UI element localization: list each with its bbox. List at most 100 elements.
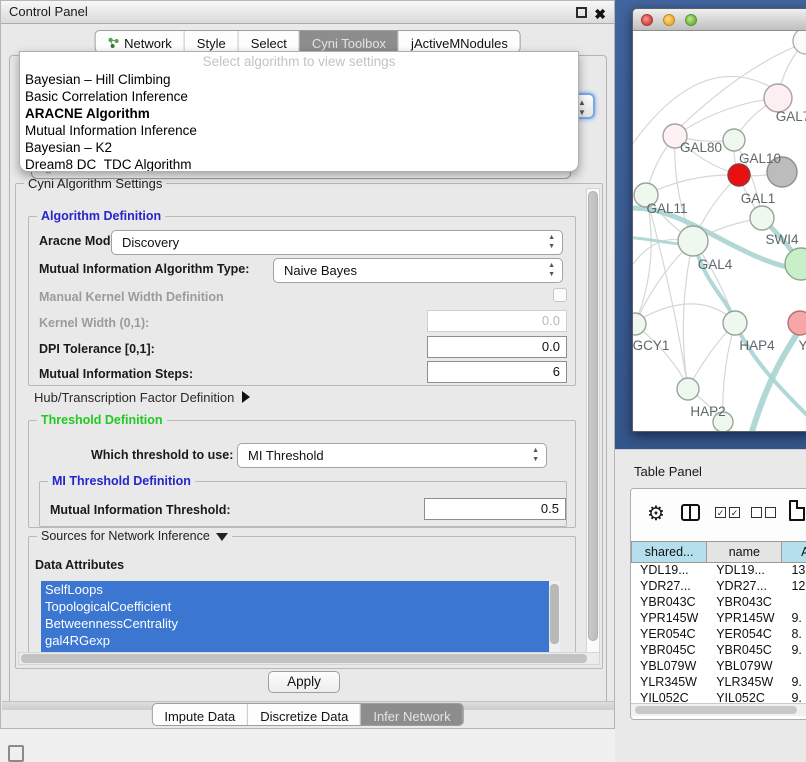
- aracne-mode-combo[interactable]: Discovery ▲▼: [111, 230, 563, 255]
- table-cell: [782, 595, 806, 611]
- network-node-gal1[interactable]: [728, 164, 750, 186]
- zoom-traffic-light-icon[interactable]: [685, 14, 697, 26]
- tab-label: jActiveMNodules: [411, 36, 508, 51]
- network-edge[interactable]: [683, 241, 693, 389]
- tab-impute-data[interactable]: Impute Data: [152, 704, 247, 725]
- table-cell: YDL19...: [631, 563, 707, 579]
- tab-infer-network[interactable]: Infer Network: [360, 704, 462, 725]
- network-node-gal7[interactable]: [764, 84, 792, 112]
- network-node-gal10[interactable]: [723, 129, 745, 151]
- network-node-y[interactable]: [788, 311, 806, 335]
- network-node-gal4[interactable]: [678, 226, 708, 256]
- table-row[interactable]: YIL052CYIL052C9.: [631, 691, 806, 703]
- scrollbar-thumb[interactable]: [550, 584, 559, 644]
- control-panel-window: Control Panel ✖ NetworkStyleSelectCyni T…: [0, 0, 615, 729]
- network-window-titlebar[interactable]: [633, 9, 806, 31]
- tab-style[interactable]: Style: [184, 31, 238, 52]
- network-view-window[interactable]: GAL7GAL80GAL10GAL1GAL11SWI4GAL4GCY1HAP4Y…: [632, 8, 806, 432]
- table-row[interactable]: YLR345WYLR345W9.: [631, 675, 806, 691]
- combo-arrows-icon: ▲▼: [548, 233, 555, 251]
- column-header-a[interactable]: A: [782, 541, 806, 563]
- sources-title[interactable]: Sources for Network Inference: [37, 529, 232, 544]
- table-row[interactable]: YBL079WYBL079W: [631, 659, 806, 675]
- attribute-item-selfloops[interactable]: SelfLoops: [41, 581, 549, 598]
- minimize-traffic-light-icon[interactable]: [663, 14, 675, 26]
- dpi-tolerance-field[interactable]: 0.0: [427, 336, 567, 358]
- settings-horizontal-scrollbar[interactable]: [18, 652, 600, 665]
- node-label-y: Y: [798, 338, 806, 353]
- attribute-item-betweennesscentrality[interactable]: BetweennessCentrality: [41, 615, 549, 632]
- apply-button[interactable]: Apply: [268, 671, 340, 693]
- mi-threshold-field[interactable]: 0.5: [424, 498, 566, 520]
- table-cell: YBL079W: [631, 659, 707, 675]
- table-row[interactable]: YDR27...YDR27...12: [631, 579, 806, 595]
- float-window-icon[interactable]: [576, 7, 587, 18]
- tab-label: Style: [197, 36, 226, 51]
- columns-icon[interactable]: [681, 504, 700, 521]
- tab-select[interactable]: Select: [238, 31, 299, 52]
- tab-network[interactable]: Network: [95, 31, 184, 52]
- tab-cyni-toolbox[interactable]: Cyni Toolbox: [299, 31, 398, 52]
- mi-steps-label: Mutual Information Steps:: [39, 364, 193, 384]
- manual-kernel-checkbox[interactable]: [553, 288, 567, 302]
- table-cell: 13: [782, 563, 806, 579]
- network-node[interactable]: [793, 31, 806, 54]
- table-cell: [782, 659, 806, 675]
- scrollbar-thumb[interactable]: [21, 654, 587, 663]
- network-node-hap2[interactable]: [677, 378, 699, 400]
- table-horizontal-scrollbar[interactable]: [631, 703, 806, 716]
- select-all-columns-icon[interactable]: ✓ ✓: [715, 507, 740, 518]
- mi-steps-field[interactable]: 6: [427, 361, 567, 383]
- kernel-width-field[interactable]: 0.0: [427, 310, 567, 332]
- dropdown-item-bayesian-k2[interactable]: Bayesian – K2: [20, 139, 578, 156]
- node-label-swi4: SWI4: [765, 232, 798, 247]
- close-icon[interactable]: ✖: [594, 3, 606, 25]
- close-traffic-light-icon[interactable]: [641, 14, 653, 26]
- dropdown-item-list: Bayesian – Hill ClimbingBasic Correlatio…: [20, 71, 578, 172]
- table-row[interactable]: YDL19...YDL19...13: [631, 563, 806, 579]
- mi-type-combo[interactable]: Naive Bayes ▲▼: [273, 258, 563, 283]
- which-threshold-combo[interactable]: MI Threshold ▲▼: [237, 443, 547, 468]
- table-cell: YBR043C: [631, 595, 707, 611]
- hub-definition-toggle[interactable]: Hub/Transcription Factor Definition: [34, 388, 250, 408]
- tab-jactivemnodules[interactable]: jActiveMNodules: [398, 31, 520, 52]
- deselect-all-columns-icon[interactable]: [751, 507, 776, 518]
- tab-label: Cyni Toolbox: [312, 36, 386, 51]
- network-node-swi4[interactable]: [785, 248, 806, 280]
- node-label-gcy1: GCY1: [633, 338, 669, 353]
- settings-vertical-scrollbar[interactable]: [586, 188, 600, 664]
- node-label-gal4: GAL4: [698, 257, 733, 272]
- gear-icon[interactable]: ⚙: [647, 501, 665, 526]
- network-edge[interactable]: [646, 175, 739, 195]
- table-row[interactable]: YER054CYER054C8.: [631, 627, 806, 643]
- scrollbar-thumb[interactable]: [635, 706, 797, 714]
- mi-threshold-group: MI Threshold Definition Mutual Informati…: [39, 481, 567, 527]
- attribute-item-topologicalcoefficient[interactable]: TopologicalCoefficient: [41, 598, 549, 615]
- attribute-item-gal4rgexp[interactable]: gal4RGexp: [41, 632, 549, 649]
- cytoscape-desktop: GAL7GAL80GAL10GAL1GAL11SWI4GAL4GCY1HAP4Y…: [615, 0, 806, 449]
- table-row[interactable]: YBR045CYBR045C9.: [631, 643, 806, 659]
- table-row[interactable]: YBR043CYBR043C: [631, 595, 806, 611]
- column-header-name[interactable]: name: [707, 541, 782, 563]
- network-edge[interactable]: [633, 304, 737, 331]
- network-node[interactable]: [750, 206, 774, 230]
- network-node-hap4[interactable]: [723, 311, 747, 335]
- scrollbar-thumb[interactable]: [588, 191, 598, 641]
- network-graph[interactable]: GAL7GAL80GAL10GAL1GAL11SWI4GAL4GCY1HAP4Y…: [633, 31, 806, 432]
- table-cell: YER054C: [707, 627, 782, 643]
- table-cell: 9.: [782, 611, 806, 627]
- tab-discretize-data[interactable]: Discretize Data: [247, 704, 360, 725]
- dropdown-item-dream8-dc-tdc-algorithm[interactable]: Dream8 DC_TDC Algorithm: [20, 156, 578, 172]
- minimized-panel-icon[interactable]: [8, 745, 24, 762]
- dropdown-item-mutual-information-inference[interactable]: Mutual Information Inference: [20, 122, 578, 139]
- network-edge[interactable]: [635, 324, 688, 389]
- dropdown-item-basic-correlation-inference[interactable]: Basic Correlation Inference: [20, 88, 578, 105]
- dropdown-item-bayesian-hill-climbing[interactable]: Bayesian – Hill Climbing: [20, 71, 578, 88]
- export-table-icon[interactable]: [789, 500, 805, 521]
- data-attributes-list[interactable]: SelfLoopsTopologicalCoefficientBetweenne…: [41, 581, 549, 653]
- dropdown-item-aracne-algorithm[interactable]: ARACNE Algorithm: [20, 105, 578, 122]
- table-row[interactable]: YPR145WYPR145W9.: [631, 611, 806, 627]
- data-attributes-label: Data Attributes: [35, 555, 124, 575]
- column-header-shared[interactable]: shared...: [631, 541, 707, 563]
- attributes-scrollbar[interactable]: [550, 581, 560, 653]
